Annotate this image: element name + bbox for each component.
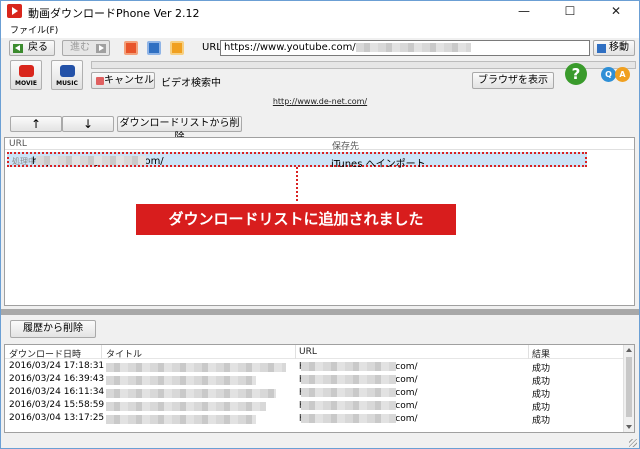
status-text: ビデオ検索中	[161, 78, 221, 89]
back-button-label: 戻る	[28, 42, 48, 53]
menu-file[interactable]: ファイル(F)	[10, 23, 58, 36]
music-button[interactable]: MUSIC	[51, 60, 83, 90]
scroll-thumb[interactable]	[626, 357, 632, 417]
scroll-down-icon[interactable]	[626, 425, 632, 429]
cancel-button-label: キャンセル	[104, 75, 154, 86]
row-destination: iTunes へインポート	[331, 159, 426, 170]
app-window: 動画ダウンロードPhone Ver 2.12 — ☐ ✕ ファイル(F) 戻る …	[0, 0, 640, 449]
forward-arrow-icon	[96, 44, 106, 53]
row-result: 成功	[532, 416, 551, 426]
added-to-list-callout: ダウンロードリストに追加されました	[136, 204, 456, 235]
row-datetime: 2016/03/24 15:58:59	[9, 400, 105, 410]
main-toolbar: MOVIE MUSIC キャンセル ビデオ検索中 ブラウザを表示 ? Q A	[1, 59, 639, 91]
resize-grip-icon[interactable]	[629, 439, 637, 447]
history-controls: 履歴から削除	[1, 318, 639, 340]
qa-icon[interactable]: Q A	[600, 63, 632, 85]
column-result[interactable]: 結果	[532, 347, 550, 360]
go-button-label: 移動	[609, 42, 629, 53]
stop-icon[interactable]	[124, 41, 138, 55]
history-scrollbar[interactable]	[623, 345, 634, 432]
refresh-icon[interactable]	[147, 41, 161, 55]
column-separator	[528, 345, 529, 359]
callout-connector	[296, 167, 298, 201]
site-link[interactable]: http://www.de-net.com/	[1, 97, 639, 106]
navigation-toolbar: 戻る 進む URL https://www.youtube.com/ 移動	[1, 38, 639, 58]
help-icon[interactable]: ?	[565, 63, 587, 85]
forward-button[interactable]: 進む	[62, 40, 110, 56]
column-separator	[101, 345, 102, 359]
row-datetime: 2016/03/04 13:17:25	[9, 413, 105, 423]
history-row[interactable]: 2016/03/24 16:39:43 https://www.youtube.…	[5, 373, 625, 387]
redacted-url	[355, 42, 471, 52]
panel-splitter[interactable]	[1, 309, 639, 315]
move-down-button[interactable]: ↓	[62, 116, 114, 132]
back-arrow-icon	[13, 44, 23, 53]
music-icon	[60, 65, 75, 77]
status-bar	[1, 435, 639, 448]
column-url[interactable]: URL	[9, 139, 27, 149]
history-row[interactable]: 2016/03/24 17:18:31 https://www.youtube.…	[5, 360, 625, 374]
column-title[interactable]: タイトル	[106, 347, 142, 360]
go-arrow-icon	[597, 44, 606, 53]
row-datetime: 2016/03/24 16:11:34	[9, 387, 105, 397]
history-row[interactable]: 2016/03/24 15:58:59 https://www.youtube.…	[5, 399, 625, 413]
go-button[interactable]: 移動	[593, 40, 635, 56]
progress-bar	[91, 61, 636, 69]
music-caption: MUSIC	[56, 80, 78, 87]
history-table[interactable]: ダウンロード日時 タイトル URL 結果 2016/03/24 17:18:31…	[4, 344, 635, 433]
app-logo-icon	[7, 4, 22, 18]
download-list-header: URL 保存先	[5, 138, 634, 152]
column-separator	[295, 345, 296, 359]
row-datetime: 2016/03/24 17:18:31	[9, 361, 105, 371]
column-datetime[interactable]: ダウンロード日時	[9, 347, 81, 360]
url-input[interactable]: https://www.youtube.com/	[220, 40, 590, 56]
qa-a-badge: A	[615, 67, 630, 82]
minimize-button[interactable]: —	[501, 1, 547, 22]
close-button[interactable]: ✕	[593, 1, 639, 22]
movie-caption: MOVIE	[15, 80, 37, 87]
url-input-value: https://www.youtube.com/	[224, 42, 356, 53]
remove-from-history-button[interactable]: 履歴から削除	[10, 320, 96, 338]
history-row[interactable]: 2016/03/04 13:17:25 https://www.youtube.…	[5, 412, 625, 426]
list-controls: ↑ ↓ ダウンロードリストから削除	[1, 114, 639, 143]
maximize-button[interactable]: ☐	[547, 1, 593, 22]
home-icon[interactable]	[170, 41, 184, 55]
history-row[interactable]: 2016/03/24 16:11:34 https://www.youtube.…	[5, 386, 625, 400]
download-row[interactable]: 処理中 https://www.youtube.com/ iTunes へインポ…	[7, 152, 587, 170]
scroll-up-icon[interactable]	[626, 348, 632, 352]
move-up-button[interactable]: ↑	[10, 116, 62, 132]
title-bar: 動画ダウンロードPhone Ver 2.12 — ☐ ✕	[1, 1, 639, 22]
forward-button-label: 進む	[70, 42, 90, 53]
movie-button[interactable]: MOVIE	[10, 60, 42, 90]
remove-from-list-button[interactable]: ダウンロードリストから削除	[117, 116, 242, 143]
history-header: ダウンロード日時 タイトル URL 結果	[5, 345, 625, 360]
row-datetime: 2016/03/24 16:39:43	[9, 374, 105, 384]
window-title: 動画ダウンロードPhone Ver 2.12	[28, 7, 200, 20]
qa-q-badge: Q	[601, 67, 616, 82]
cancel-button[interactable]: キャンセル	[91, 72, 155, 89]
cancel-icon	[96, 77, 104, 85]
show-browser-button[interactable]: ブラウザを表示	[472, 72, 554, 89]
url-label: URL	[202, 42, 222, 53]
menu-bar: ファイル(F)	[1, 22, 639, 38]
column-destination[interactable]: 保存先	[332, 139, 359, 152]
movie-icon	[19, 65, 34, 77]
back-button[interactable]: 戻る	[9, 40, 55, 56]
column-url[interactable]: URL	[299, 347, 317, 357]
